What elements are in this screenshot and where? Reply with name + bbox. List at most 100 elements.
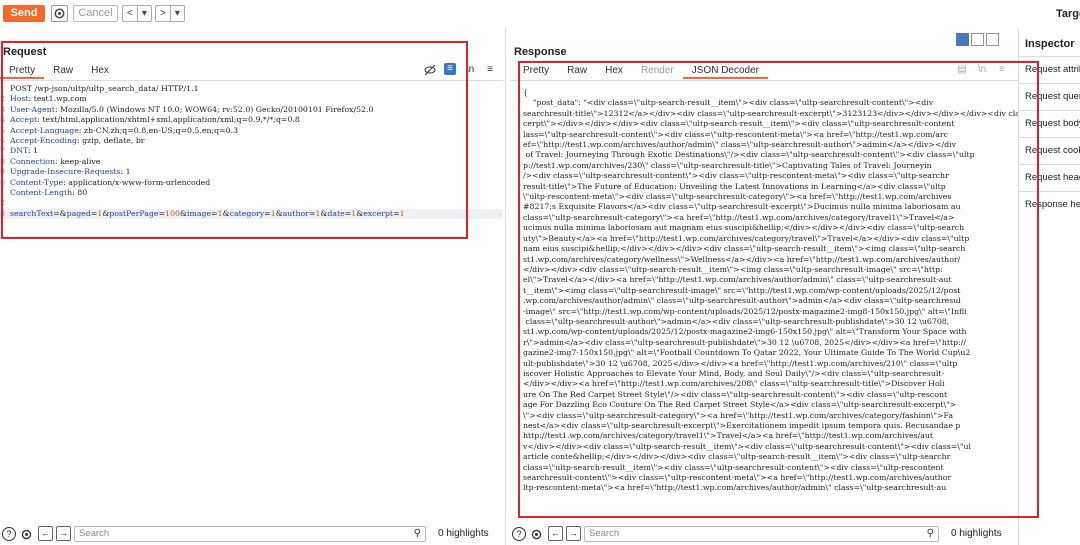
- line-number: 1: [0, 84, 5, 93]
- inspector-panel: Inspector Request attributesRequest quer…: [1019, 28, 1080, 545]
- response-line: ef=\"http://test1.wp.com/archives/author…: [523, 140, 957, 150]
- inspector-row[interactable]: Response headers: [1019, 191, 1080, 218]
- response-search-input[interactable]: Search ⚲: [584, 525, 939, 542]
- body-param-name: date: [327, 208, 345, 218]
- response-line: cerpt\"></div></div></div><div class=\"u…: [523, 119, 955, 129]
- request-line: 2 Host: test1.wp.com: [0, 94, 503, 104]
- body-param-name: searchText: [10, 208, 54, 218]
- request-tabs: Pretty Raw Hex: [0, 63, 118, 79]
- response-line: article conte&hellip;</div></div></div><…: [523, 452, 951, 462]
- line-number: 1: [0, 188, 5, 198]
- body-param-name: author: [282, 208, 309, 218]
- tab-raw[interactable]: Raw: [44, 63, 82, 79]
- tab-pretty[interactable]: Pretty: [0, 63, 45, 79]
- newline-icon[interactable]: \n: [464, 64, 476, 76]
- header-value: : text/html,application/xhtml+xml,applic…: [37, 115, 300, 125]
- request-editor[interactable]: 1 POST /wp-json/ultp/ultp_search_data/ HT…: [0, 84, 503, 522]
- back-history-dropdown[interactable]: ▾: [138, 6, 151, 21]
- wrap-lines-icon[interactable]: ≡: [444, 63, 456, 75]
- request-bottom-bar: ? ← → Search ⚲ 0 highlights: [2, 522, 502, 545]
- request-highlights-count: 0 highlights: [438, 528, 489, 539]
- help-icon[interactable]: ?: [2, 526, 16, 541]
- tab-pretty[interactable]: Pretty: [514, 63, 558, 79]
- response-line: iscover Holistic Approaches to Elevate Y…: [523, 368, 945, 378]
- send-button[interactable]: Send: [3, 5, 45, 22]
- layout-toggle: [956, 33, 1008, 46]
- line-number: 2: [0, 198, 5, 208]
- body-param-value: 100: [165, 208, 180, 218]
- back-button[interactable]: <: [123, 6, 137, 21]
- tab-hex[interactable]: Hex: [596, 63, 632, 79]
- header-value: : keep-alive: [55, 156, 101, 166]
- param-separator: &: [180, 208, 187, 218]
- split-vertical-view-icon[interactable]: [971, 33, 984, 46]
- response-line: /><div class=\"ultp-searchresult-content…: [523, 171, 949, 181]
- header-name: Upgrade-Insecure-Requests: [10, 167, 121, 177]
- response-line: r\">admin</a><div class=\"ultp-searchres…: [523, 337, 967, 347]
- panel-divider[interactable]: [505, 28, 506, 545]
- forward-history-dropdown[interactable]: ▾: [171, 6, 184, 21]
- response-line: v</div></div><div class=\"ultp-search-re…: [523, 441, 972, 451]
- gear-icon[interactable]: [51, 5, 68, 22]
- search-icon: ⚲: [926, 527, 934, 539]
- menu-icon[interactable]: ≡: [484, 64, 496, 76]
- prev-match-arrow-icon[interactable]: ←: [548, 526, 563, 541]
- inspector-row[interactable]: Request body parameters: [1019, 110, 1080, 137]
- hide-nonprintable-icon[interactable]: [424, 64, 436, 76]
- response-line: st1.wp.com/archives/category/wellness\">…: [523, 254, 961, 264]
- next-match-arrow-icon[interactable]: →: [56, 526, 71, 541]
- menu-icon[interactable]: ≡: [996, 64, 1008, 76]
- line-number: 0: [0, 177, 5, 187]
- header-name: Content-Length: [10, 188, 73, 198]
- header-name: User-Agent: [10, 104, 55, 114]
- tab-json-decoder[interactable]: JSON Decoder: [682, 63, 768, 79]
- header-name: Host: [10, 94, 29, 104]
- line-number: 3: [0, 208, 5, 218]
- header-name: Accept-Encoding: [10, 136, 78, 146]
- response-bottom-bar: ? ← → Search ⚲ 0 highlights: [512, 522, 1017, 545]
- target-label[interactable]: Target: [1056, 8, 1080, 20]
- response-line: </div></div><a href=\"http://test1.wp.co…: [523, 379, 945, 389]
- line-number: 8: [0, 156, 5, 166]
- response-line: ult-publishdate\">30 12 \u6708, 2025</di…: [523, 358, 958, 368]
- newline-icon[interactable]: \n: [976, 64, 988, 76]
- request-body-line: 3 searchText=&paged=1&postPerPage=100&ima…: [0, 208, 503, 220]
- response-highlights-count: 0 highlights: [951, 528, 1002, 539]
- tab-hex[interactable]: Hex: [82, 63, 118, 79]
- response-line: class=\"ultp-searchresult-category\"><a …: [523, 212, 955, 222]
- layout-icon[interactable]: ▤: [956, 64, 968, 76]
- tab-render[interactable]: Render: [632, 63, 683, 79]
- line-number: 6: [0, 136, 5, 146]
- response-line: searchresult-content\"><div class=\"ultp…: [523, 473, 952, 483]
- inspector-row[interactable]: Request headers: [1019, 164, 1080, 191]
- help-icon[interactable]: ?: [512, 526, 526, 541]
- next-match-arrow-icon[interactable]: →: [566, 526, 581, 541]
- split-horizontal-view-icon[interactable]: [956, 33, 969, 46]
- inspector-row[interactable]: Request cookies: [1019, 137, 1080, 164]
- header-value: : test1.wp.com: [28, 94, 87, 104]
- header-name: Connection: [10, 156, 56, 166]
- forward-button[interactable]: >: [156, 6, 170, 21]
- cancel-button[interactable]: Cancel: [73, 5, 118, 22]
- settings-gear-icon[interactable]: [20, 528, 32, 540]
- request-line: 0 Content-Type: application/x-www-form-ur…: [0, 178, 503, 188]
- response-line: nest</a><div class=\"ultp-searchresult-e…: [523, 421, 961, 430]
- response-line: \"><div class=\"ultp-searchresult-catego…: [523, 410, 954, 420]
- header-value: : application/x-www-form-urlencoded: [63, 177, 211, 187]
- response-line: \"ultp-rescontent-meta\"><div class=\"ul…: [523, 192, 952, 202]
- search-icon: ⚲: [413, 527, 421, 539]
- request-line: 4 Accept: text/html,application/xhtml+xml…: [0, 115, 503, 125]
- response-line: ltp-rescontent-meta\"><a href=\"http://t…: [523, 483, 947, 493]
- response-line: el\">Travel</a></div><a href=\"http://te…: [523, 275, 952, 285]
- top-toolbar: Send Cancel < ▾ > ▾ Target: [0, 0, 1080, 28]
- tab-raw[interactable]: Raw: [558, 63, 596, 79]
- single-tab-view-icon[interactable]: [986, 33, 999, 46]
- response-editor[interactable]: { "post_data": "<div class=\"ultp-search…: [510, 84, 1018, 522]
- inspector-row[interactable]: Request query parameters: [1019, 83, 1080, 110]
- prev-match-arrow-icon[interactable]: ←: [38, 526, 53, 541]
- response-line: of Travel: Journeying Through Exotic Des…: [523, 150, 975, 160]
- header-value: POST /wp-json/ultp/ultp_search_data/ HTT…: [10, 84, 199, 93]
- inspector-row[interactable]: Request attributes: [1019, 56, 1080, 83]
- request-search-input[interactable]: Search ⚲: [74, 525, 426, 542]
- settings-gear-icon[interactable]: [530, 528, 542, 540]
